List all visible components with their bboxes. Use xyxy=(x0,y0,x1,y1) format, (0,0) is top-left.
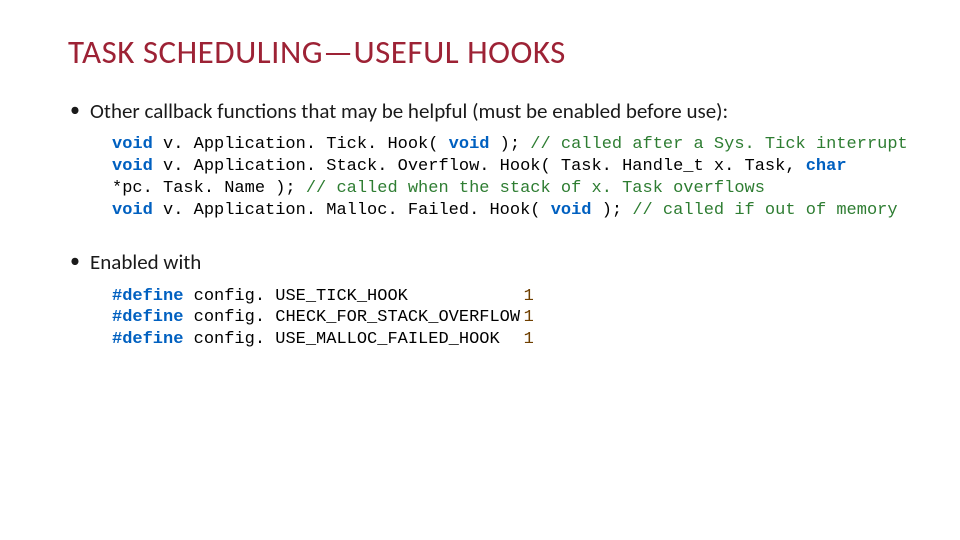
code-text xyxy=(183,330,193,349)
code-line: *pc. Task. Name ); // called when the st… xyxy=(112,178,912,200)
bullet-list: Other callback functions that may be hel… xyxy=(68,98,912,124)
code-text: ); xyxy=(489,135,530,154)
code-text: *pc. Task. Name ); xyxy=(112,179,306,198)
keyword: void xyxy=(112,201,153,220)
code-text xyxy=(183,308,193,327)
code-line: void v. Application. Malloc. Failed. Hoo… xyxy=(112,200,912,222)
numeric-literal: 1 xyxy=(524,287,534,306)
keyword: #define xyxy=(112,287,183,306)
comment: // called if out of memory xyxy=(632,201,897,220)
keyword: void xyxy=(449,135,490,154)
keyword: void xyxy=(112,135,153,154)
code-text: ); xyxy=(592,201,633,220)
code-line: #define config. CHECK_FOR_STACK_OVERFLOW… xyxy=(112,307,912,329)
slide-container: TASK SCHEDULING—USEFUL HOOKS Other callb… xyxy=(0,0,960,403)
code-line: void v. Application. Stack. Overflow. Ho… xyxy=(112,156,912,178)
code-line: #define config. USE_MALLOC_FAILED_HOOK1 xyxy=(112,329,912,351)
keyword: #define xyxy=(112,308,183,327)
code-text: config. CHECK_FOR_STACK_OVERFLOW xyxy=(194,307,524,329)
code-text: config. USE_MALLOC_FAILED_HOOK xyxy=(194,329,524,351)
code-line: void v. Application. Tick. Hook( void );… xyxy=(112,134,912,156)
code-line: #define config. USE_TICK_HOOK1 xyxy=(112,286,912,308)
numeric-literal: 1 xyxy=(524,330,534,349)
code-block-defines: #define config. USE_TICK_HOOK1#define co… xyxy=(112,286,912,351)
numeric-literal: 1 xyxy=(524,308,534,327)
code-text: v. Application. Tick. Hook( xyxy=(153,135,449,154)
code-text xyxy=(183,287,193,306)
keyword: #define xyxy=(112,330,183,349)
comment: // called after a Sys. Tick interrupt xyxy=(530,135,907,154)
keyword: void xyxy=(112,157,153,176)
code-text: v. Application. Stack. Overflow. Hook( T… xyxy=(153,157,806,176)
code-text: config. USE_TICK_HOOK xyxy=(194,286,524,308)
comment: // called when the stack of x. Task over… xyxy=(306,179,765,198)
bullet-item: Enabled with xyxy=(68,249,912,275)
keyword: char xyxy=(806,157,847,176)
slide-title: TASK SCHEDULING—USEFUL HOOKS xyxy=(68,32,912,72)
code-text: v. Application. Malloc. Failed. Hook( xyxy=(153,201,551,220)
bullet-item: Other callback functions that may be hel… xyxy=(68,98,912,124)
bullet-list: Enabled with xyxy=(68,249,912,275)
code-block-hooks: void v. Application. Tick. Hook( void );… xyxy=(112,134,912,221)
keyword: void xyxy=(551,201,592,220)
